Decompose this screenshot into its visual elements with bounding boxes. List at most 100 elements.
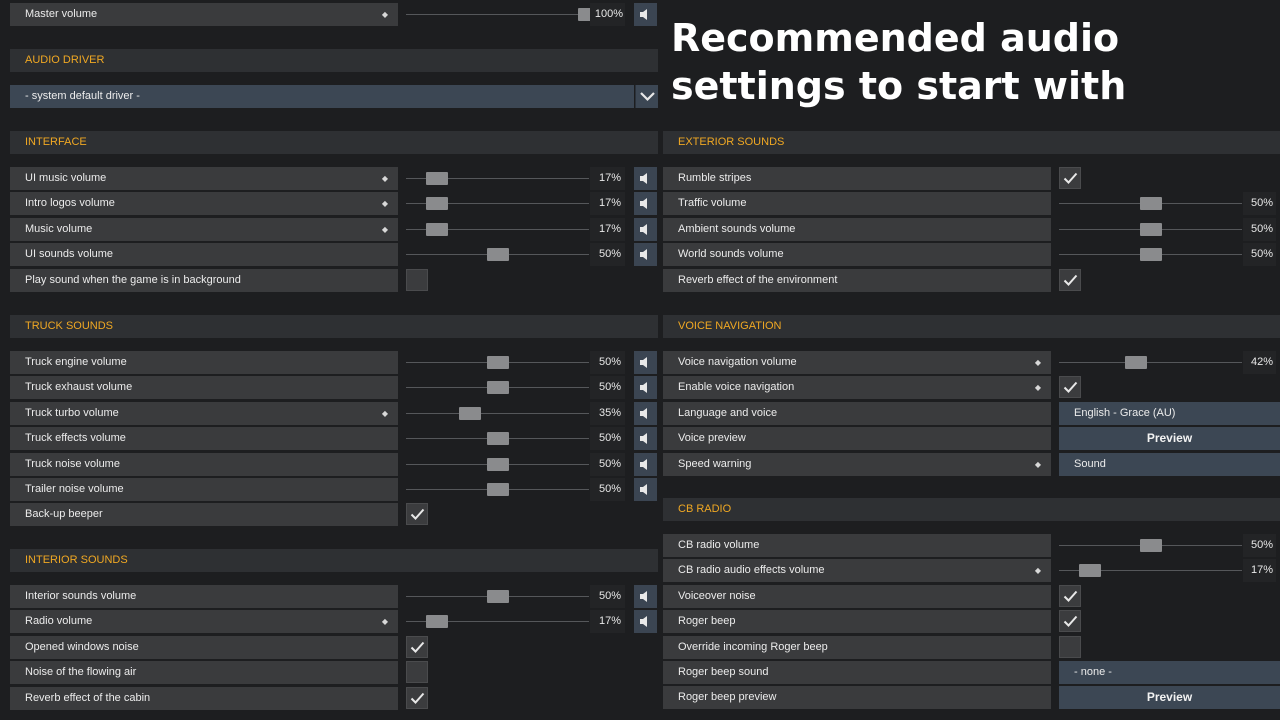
radio-volume-mute-button[interactable] <box>634 610 657 633</box>
traffic-volume-slider[interactable] <box>1059 192 1242 215</box>
cb-radio-volume-slider[interactable] <box>1059 534 1242 557</box>
rumble-stripes-checkbox[interactable] <box>1059 167 1081 189</box>
ui-music-volume-label-text: UI music volume <box>25 172 107 184</box>
ambient-sounds-volume-slider[interactable] <box>1059 218 1242 241</box>
roger-beep-sound-label: Roger beep sound <box>663 661 1051 684</box>
speaker-icon <box>640 173 647 184</box>
music-volume-mute-button[interactable] <box>634 218 657 241</box>
slider-thumb[interactable] <box>1139 197 1162 210</box>
ui-music-volume-label: UI music volume ◆ <box>10 167 398 190</box>
slider-thumb[interactable] <box>459 407 481 420</box>
enable-voice-navigation-checkbox[interactable] <box>1059 376 1081 398</box>
intro-logos-volume-label-text: Intro logos volume <box>25 197 115 209</box>
music-volume-slider[interactable] <box>406 218 589 241</box>
truck-effects-volume-mute-button[interactable] <box>634 427 657 450</box>
speaker-icon <box>640 591 647 602</box>
interior-sounds-volume-mute-button[interactable] <box>634 585 657 608</box>
speaker-icon <box>640 357 647 368</box>
slider-thumb[interactable] <box>426 223 449 236</box>
ui-music-volume-mute-button[interactable] <box>634 167 657 190</box>
master-volume-slider[interactable] <box>406 3 600 26</box>
reverb-effect-cabin-label: Reverb effect of the cabin <box>10 687 398 710</box>
speed-warning-select[interactable]: Sound <box>1059 453 1280 476</box>
interior-sounds-volume-label-text: Interior sounds volume <box>25 590 137 602</box>
intro-logos-volume-slider[interactable] <box>406 192 589 215</box>
slider-thumb[interactable] <box>1079 564 1102 577</box>
music-volume-value: 17% <box>590 218 625 241</box>
opened-windows-noise-label: Opened windows noise <box>10 636 398 659</box>
truck-turbo-volume-slider[interactable] <box>406 402 589 425</box>
opened-windows-noise-checkbox[interactable] <box>406 636 428 658</box>
voice-preview-button[interactable]: Preview <box>1059 427 1280 450</box>
radio-volume-label: Radio volume ◆ <box>10 610 398 633</box>
truck-noise-volume-slider[interactable] <box>406 453 589 476</box>
slider-thumb[interactable] <box>426 172 449 185</box>
truck-exhaust-volume-mute-button[interactable] <box>634 376 657 399</box>
slider-thumb[interactable] <box>486 356 509 369</box>
slider-thumb[interactable] <box>1124 356 1147 369</box>
rumble-stripes-label-text: Rumble stripes <box>678 172 752 184</box>
slider-thumb[interactable] <box>486 381 509 394</box>
truck-effects-volume-value: 50% <box>590 427 625 450</box>
enable-voice-navigation-label-text: Enable voice navigation <box>678 381 795 393</box>
trailer-noise-volume-slider[interactable] <box>406 478 589 501</box>
roger-beep-checkbox[interactable] <box>1059 610 1081 632</box>
slider-thumb[interactable] <box>1139 248 1162 261</box>
interior-sounds-volume-value: 50% <box>590 585 625 608</box>
override-incoming-roger-beep-checkbox[interactable] <box>1059 636 1081 658</box>
slider-thumb[interactable] <box>426 197 449 210</box>
ui-sounds-volume-slider[interactable] <box>406 243 589 266</box>
cb-radio-audio-effects-volume-label-text: CB radio audio effects volume <box>678 564 825 576</box>
master-mute-button[interactable] <box>634 3 657 26</box>
master-volume-text: Master volume <box>25 8 98 20</box>
truck-engine-volume-slider[interactable] <box>406 351 589 374</box>
slider-thumb[interactable] <box>486 432 509 445</box>
override-incoming-roger-beep-label-text: Override incoming Roger beep <box>678 641 828 653</box>
master-volume-label: Master volume ◆ <box>10 3 398 26</box>
slider-thumb[interactable] <box>486 248 509 261</box>
intro-logos-volume-mute-button[interactable] <box>634 192 657 215</box>
cb-radio-audio-effects-volume-value: 17% <box>1243 559 1276 582</box>
audio-driver-dropdown-button[interactable] <box>635 85 658 108</box>
master-volume-value: 100% <box>590 3 625 26</box>
back-up-beeper-checkbox[interactable] <box>406 503 428 525</box>
world-sounds-volume-slider[interactable] <box>1059 243 1242 266</box>
truck-exhaust-volume-slider[interactable] <box>406 376 589 399</box>
truck-noise-volume-mute-button[interactable] <box>634 453 657 476</box>
cb-radio-audio-effects-volume-slider[interactable] <box>1059 559 1242 582</box>
play-sound-in-background-checkbox[interactable] <box>406 269 428 291</box>
truck-turbo-volume-mute-button[interactable] <box>634 402 657 425</box>
speaker-icon <box>640 408 647 419</box>
roger-beep-sound-select[interactable]: - none - <box>1059 661 1280 684</box>
language-and-voice-select[interactable]: English - Grace (AU) <box>1059 402 1280 425</box>
slider-thumb[interactable] <box>486 458 509 471</box>
noise-of-flowing-air-checkbox[interactable] <box>406 661 428 683</box>
truck-effects-volume-slider[interactable] <box>406 427 589 450</box>
slider-thumb[interactable] <box>486 590 509 603</box>
chevron-down-icon <box>640 92 655 102</box>
slider-thumb[interactable] <box>426 615 449 628</box>
voice-navigation-header: VOICE NAVIGATION <box>663 315 1280 338</box>
speaker-icon <box>640 249 647 260</box>
interior-sounds-volume-slider[interactable] <box>406 585 589 608</box>
voiceover-noise-checkbox[interactable] <box>1059 585 1081 607</box>
slider-track <box>406 14 589 15</box>
trailer-noise-volume-mute-button[interactable] <box>634 478 657 501</box>
truck-engine-volume-mute-button[interactable] <box>634 351 657 374</box>
radio-volume-value: 17% <box>590 610 625 633</box>
ui-sounds-volume-mute-button[interactable] <box>634 243 657 266</box>
reverb-effect-environment-checkbox[interactable] <box>1059 269 1081 291</box>
speed-warning-label-text: Speed warning <box>678 458 752 470</box>
reverb-effect-cabin-checkbox[interactable] <box>406 687 428 709</box>
checkmark-icon <box>1063 172 1078 184</box>
slider-thumb[interactable] <box>486 483 509 496</box>
radio-volume-slider[interactable] <box>406 610 589 633</box>
ui-music-volume-slider[interactable] <box>406 167 589 190</box>
voice-navigation-volume-slider[interactable] <box>1059 351 1242 374</box>
truck-effects-volume-label: Truck effects volume <box>10 427 398 450</box>
slider-thumb[interactable] <box>1139 223 1162 236</box>
audio-driver-select[interactable]: - system default driver - <box>10 85 634 108</box>
roger-beep-preview-button[interactable]: Preview <box>1059 686 1280 709</box>
interface-header: INTERFACE <box>10 131 658 154</box>
slider-thumb[interactable] <box>1139 539 1162 552</box>
